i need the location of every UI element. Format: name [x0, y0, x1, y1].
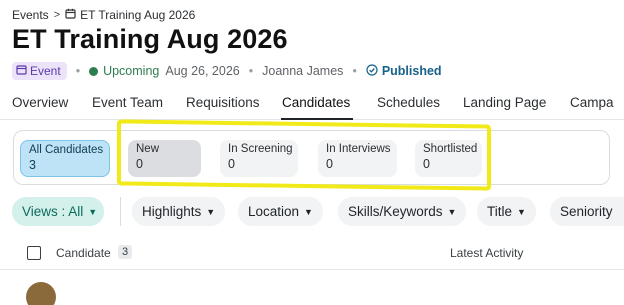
status-label: Upcoming: [103, 64, 160, 78]
calendar-icon: [16, 64, 27, 78]
title-filter-label: Title: [487, 204, 513, 219]
event-meta-row: Event • Upcoming Aug 26, 2026 • Joanna J…: [12, 62, 442, 80]
event-type-badge: Event: [12, 62, 67, 80]
breadcrumb-current: ET Training Aug 2026: [80, 8, 196, 22]
candidate-count-badge: 3: [118, 245, 133, 259]
chevron-down-icon: ▼: [517, 206, 526, 217]
tab-landing-page[interactable]: Landing Page: [463, 95, 546, 110]
annotation-highlight-box: [117, 119, 491, 191]
column-header-candidate[interactable]: Candidate: [56, 246, 111, 260]
breadcrumb: Events > ET Training Aug 2026: [12, 8, 195, 22]
check-circle-icon: [366, 63, 378, 79]
chevron-down-icon: ▼: [88, 206, 98, 217]
views-label: Views : All: [22, 204, 84, 219]
chevron-down-icon: ▼: [304, 206, 313, 217]
title-filter[interactable]: Title ▼: [477, 197, 536, 226]
active-tab-indicator: [281, 118, 353, 120]
location-filter[interactable]: Location ▼: [238, 197, 323, 226]
tab-schedules[interactable]: Schedules: [377, 95, 440, 110]
highlights-filter[interactable]: Highlights ▼: [132, 197, 226, 226]
publish-status[interactable]: Published: [366, 63, 442, 79]
tab-requisitions[interactable]: Requisitions: [186, 95, 260, 110]
meta-separator: •: [248, 64, 254, 78]
views-dropdown[interactable]: Views : All ▼: [12, 197, 104, 226]
skills-label: Skills/Keywords: [348, 204, 443, 219]
stage-all-candidates[interactable]: All Candidates 3: [20, 140, 110, 177]
event-type-label: Event: [30, 64, 61, 78]
stage-count: 3: [29, 158, 36, 172]
avatar[interactable]: [26, 282, 56, 305]
location-label: Location: [248, 204, 300, 219]
status-dot-icon: [89, 66, 99, 76]
select-all-checkbox[interactable]: [27, 246, 41, 260]
chevron-down-icon: ▼: [447, 206, 457, 217]
skills-keywords-filter[interactable]: Skills/Keywords ▼: [338, 197, 467, 226]
tab-candidates[interactable]: Candidates: [282, 95, 350, 110]
tab-campaigns[interactable]: Campa: [570, 95, 614, 110]
seniority-filter[interactable]: Seniority: [550, 197, 624, 226]
column-header-latest-activity[interactable]: Latest Activity: [450, 246, 523, 260]
breadcrumb-events-link[interactable]: Events: [12, 8, 49, 22]
filter-divider: [120, 197, 121, 226]
tab-overview[interactable]: Overview: [12, 95, 68, 110]
seniority-label: Seniority: [560, 204, 613, 219]
filter-bar: Views : All ▼ Highlights ▼ Location ▼ Sk…: [0, 197, 624, 227]
tab-bar: Overview Event Team Requisitions Candida…: [0, 86, 624, 120]
breadcrumb-separator: >: [53, 9, 61, 21]
meta-separator: •: [352, 64, 357, 78]
stage-label: All Candidates: [29, 144, 104, 156]
tab-event-team[interactable]: Event Team: [92, 95, 163, 110]
publish-status-label: Published: [381, 64, 442, 78]
chevron-down-icon: ▼: [206, 206, 216, 217]
event-owner: Joanna James: [262, 64, 344, 78]
event-date: Aug 26, 2026: [165, 64, 240, 78]
table-header: Candidate 3 Latest Activity: [0, 240, 624, 270]
calendar-icon: [65, 8, 76, 22]
page-title: ET Training Aug 2026: [12, 24, 288, 54]
highlights-label: Highlights: [142, 204, 202, 219]
meta-separator: •: [75, 64, 81, 78]
